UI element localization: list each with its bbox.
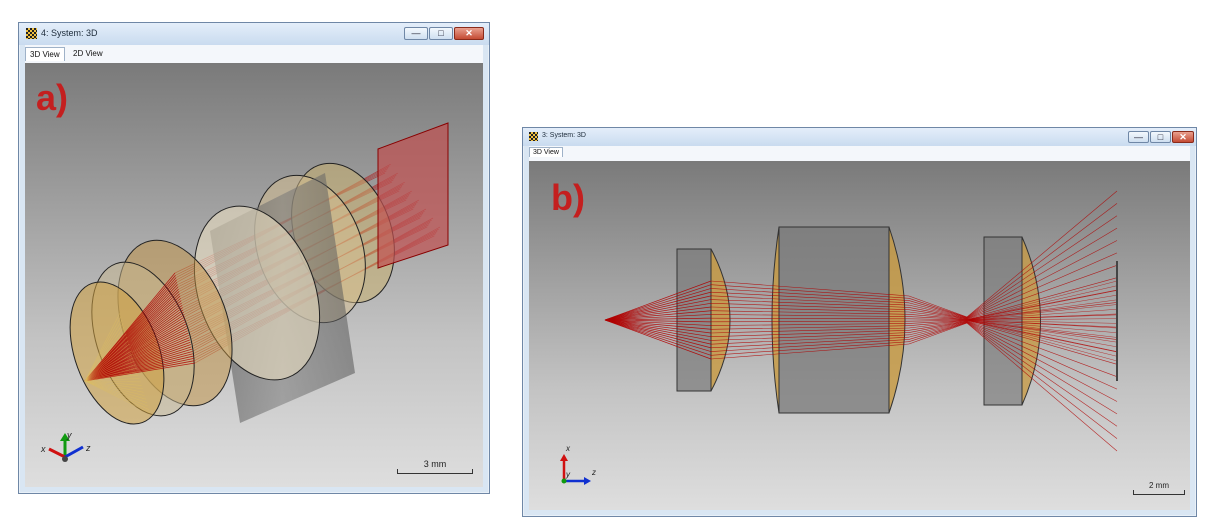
window-b-title: 3: System: 3D [542, 132, 586, 139]
scale-label-a: 3 mm [423, 459, 447, 469]
y-axis-label: y [565, 470, 571, 479]
z-axis-arrow [64, 445, 84, 459]
scale-line-b [1133, 490, 1185, 495]
y-axis-label: y [66, 430, 72, 440]
minimize-icon: — [411, 28, 421, 38]
z-axis-label: z [85, 443, 91, 453]
ray [908, 304, 968, 319]
ray [908, 295, 968, 318]
scale-bar-a: 3 mm [397, 459, 473, 474]
x-axis-head [560, 454, 568, 461]
lens-2-right-surface [888, 226, 906, 414]
view-tabs: 3D View 2D View [25, 45, 483, 63]
window-b: 3: System: 3D — □ ✕ 3D View x y z b) 2 m… [522, 127, 1197, 517]
y-axis-dot [561, 478, 567, 484]
panel-label-b: b) [551, 177, 585, 218]
window-a-titlebar[interactable]: 4: System: 3D — □ ✕ [19, 23, 489, 45]
x-axis-arrow [48, 447, 66, 459]
view-tabs: 3D View [529, 146, 1190, 161]
lens-2-left-surface [771, 226, 780, 414]
close-icon: ✕ [465, 28, 473, 38]
window-a-title: 4: System: 3D [41, 28, 98, 38]
axis-triad: x y z [560, 444, 596, 485]
3d-viewport[interactable]: x y z b) 2 mm [529, 161, 1190, 510]
x-axis-label: x [40, 444, 46, 454]
ray [908, 322, 968, 345]
close-button[interactable]: ✕ [454, 27, 484, 40]
scale-line-a [397, 469, 473, 474]
scale-label-b: 2 mm [1149, 481, 1169, 490]
scale-bar-b: 2 mm [1133, 481, 1185, 495]
z-axis-label: z [591, 468, 596, 477]
3d-viewport[interactable]: y x z a) 3 mm [25, 63, 483, 487]
maximize-button[interactable]: □ [1150, 131, 1171, 143]
lens-1-convex [710, 248, 731, 392]
close-button[interactable]: ✕ [1172, 131, 1194, 143]
maximize-button[interactable]: □ [429, 27, 453, 40]
tab-3d-view[interactable]: 3D View [529, 147, 563, 157]
lens-3-convex [1021, 236, 1041, 406]
minimize-button[interactable]: — [1128, 131, 1149, 143]
x-axis-label: x [565, 444, 571, 453]
z-axis-head [584, 477, 591, 485]
tab-3d-view[interactable]: 3D View [25, 47, 65, 61]
image-plane [377, 122, 449, 269]
axis-origin [62, 456, 68, 462]
minimize-icon: — [1134, 132, 1143, 142]
axis-triad: y x z [40, 430, 91, 462]
ray [908, 321, 968, 336]
tab-2d-view[interactable]: 2D View [69, 47, 107, 60]
minimize-button[interactable]: — [404, 27, 428, 40]
maximize-icon: □ [1157, 132, 1164, 142]
app-icon [26, 28, 37, 39]
close-icon: ✕ [1179, 132, 1187, 142]
app-icon [529, 132, 538, 141]
maximize-icon: □ [438, 28, 444, 38]
lens-1-flat [676, 248, 712, 392]
panel-label-a: a) [36, 77, 69, 118]
optical-layout-side: x y z [560, 190, 1118, 485]
window-b-titlebar[interactable]: 3: System: 3D — □ ✕ [523, 128, 1196, 146]
window-a: 4: System: 3D — □ ✕ 3D View 2D View y x … [18, 22, 490, 494]
optical-layout-3d: y x z [40, 122, 449, 462]
lens-2-body [778, 226, 890, 414]
